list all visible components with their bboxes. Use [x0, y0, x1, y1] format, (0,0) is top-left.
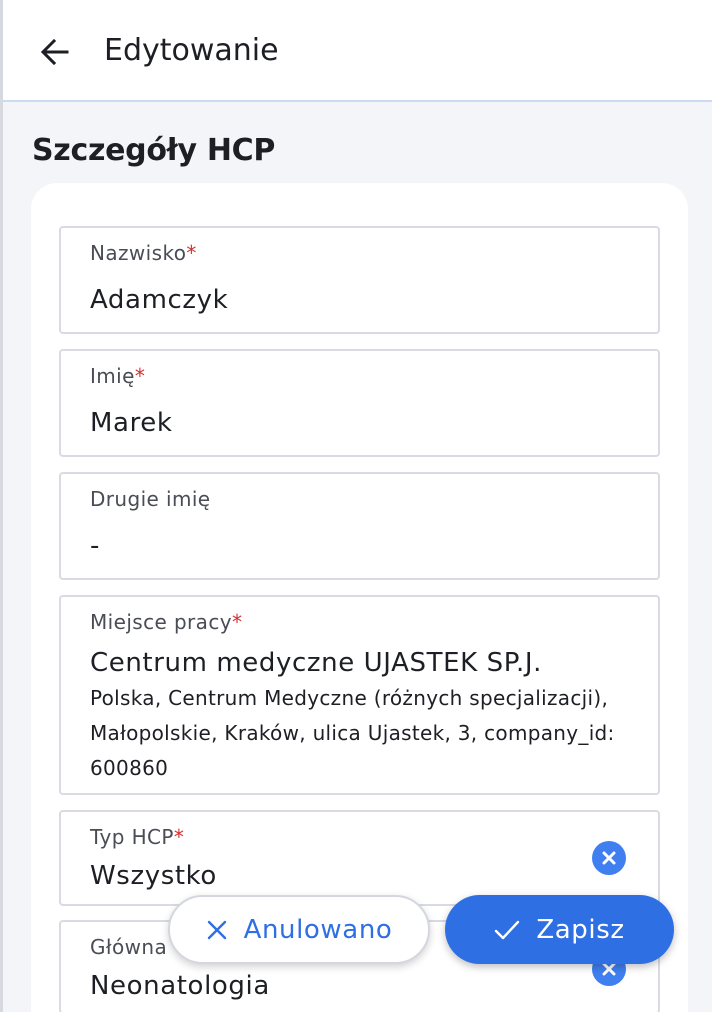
main-specialty-label: Główna [90, 935, 168, 959]
workplace-field[interactable]: Miejsce pracy* Centrum medyczne UJASTEK … [59, 595, 660, 795]
save-label: Zapisz [536, 914, 625, 945]
cancel-label: Anulowano [243, 914, 393, 945]
workplace-label: Miejsce pracy* [90, 610, 243, 634]
main-specialty-value: Neonatologia [90, 971, 270, 1001]
middle-name-field[interactable]: Drugie imię - [59, 472, 660, 580]
back-button[interactable] [37, 34, 73, 70]
app-bar: Edytowanie [3, 0, 712, 102]
hcp-type-label: Typ HCP* [90, 825, 185, 849]
hcp-type-field[interactable]: Typ HCP* Wszystko [59, 810, 660, 906]
left-divider [0, 0, 3, 1012]
first-name-label: Imię* [90, 364, 146, 388]
first-name-field[interactable]: Imię* Marek [59, 349, 660, 457]
close-icon [602, 851, 616, 865]
hcp-type-value: Wszystko [90, 861, 217, 891]
middle-name-value: - [90, 531, 100, 561]
required-mark: * [173, 825, 185, 849]
workplace-details: Polska, Centrum Medyczne (różnych specja… [90, 686, 615, 780]
last-name-field[interactable]: Nazwisko* Adamczyk [59, 226, 660, 334]
save-button[interactable]: Zapisz [445, 895, 674, 964]
section-title: Szczegóły HCP [32, 133, 276, 168]
required-mark: * [134, 364, 146, 388]
page-title: Edytowanie [104, 33, 279, 68]
arrow-left-icon [40, 38, 69, 66]
workplace-value: Centrum medyczne UJASTEK SP.J. [90, 648, 542, 678]
check-icon [495, 920, 520, 939]
last-name-value: Adamczyk [90, 285, 229, 315]
clear-hcp-type-button[interactable] [592, 841, 626, 875]
middle-name-label: Drugie imię [90, 487, 211, 511]
cancel-button[interactable]: Anulowano [168, 895, 430, 964]
last-name-label: Nazwisko* [90, 241, 197, 265]
close-icon [207, 920, 226, 939]
required-mark: * [231, 610, 243, 634]
first-name-value: Marek [90, 408, 173, 438]
required-mark: * [186, 241, 197, 265]
edit-screen: Edytowanie Szczegóły HCP Nazwisko* Adamc… [0, 0, 712, 1012]
